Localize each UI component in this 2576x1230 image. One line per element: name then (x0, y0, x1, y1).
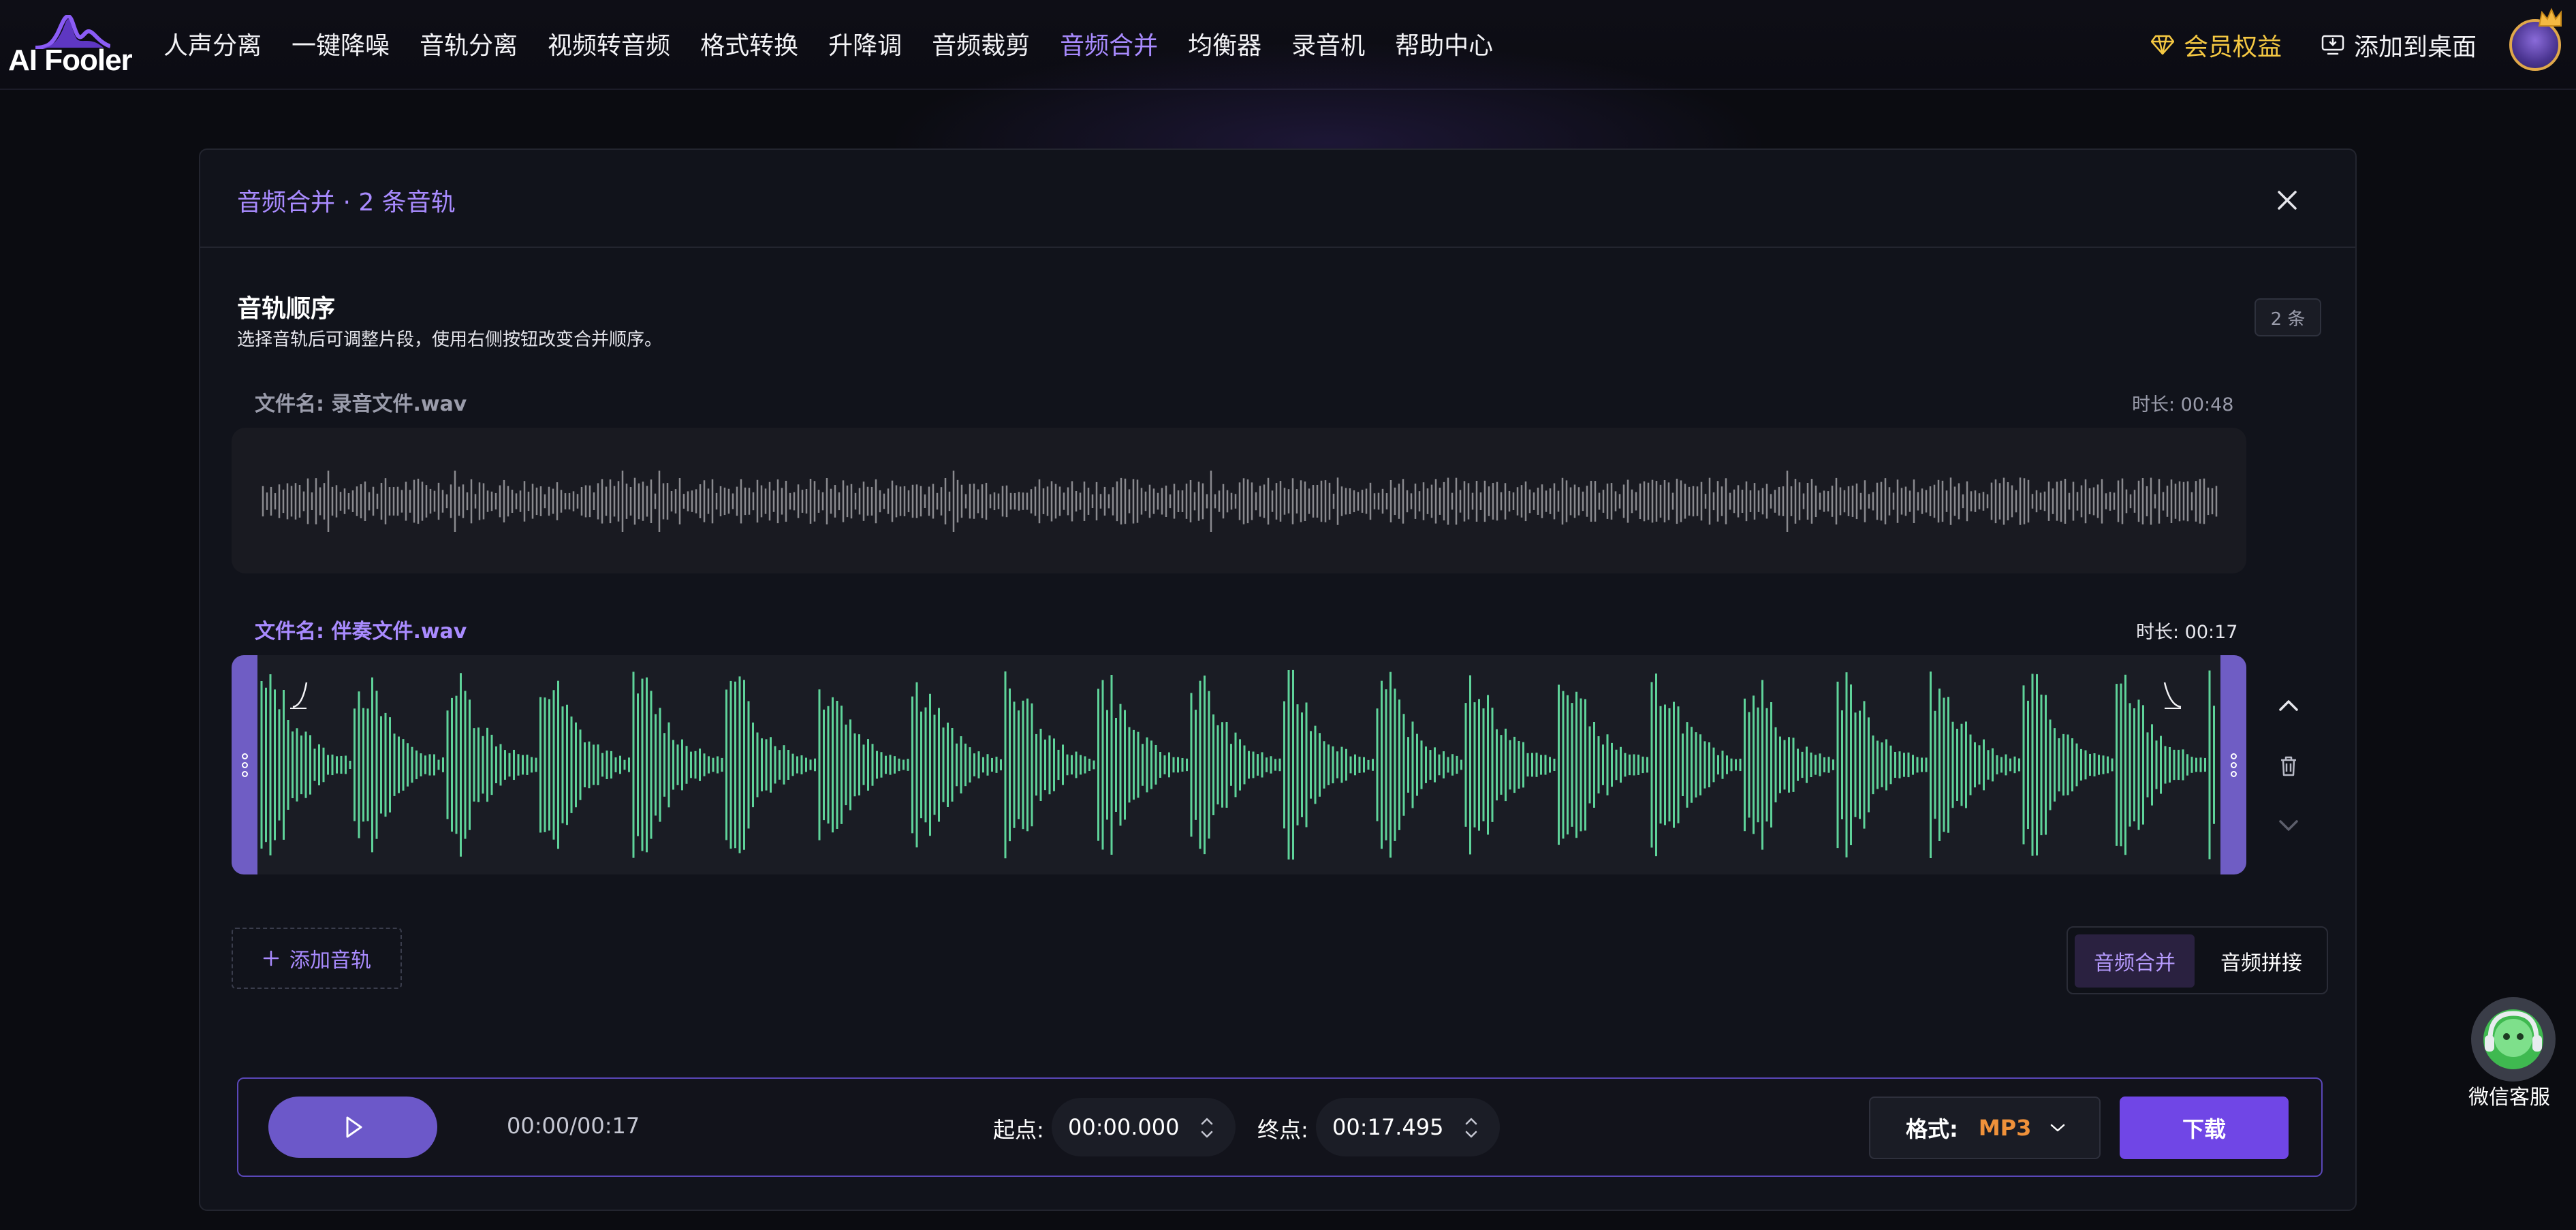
stepper-icon[interactable] (1463, 1116, 1479, 1140)
grip-dot (241, 761, 248, 768)
vip-benefits-link[interactable]: 会员权益 (2151, 27, 2282, 63)
crown-icon (2538, 7, 2562, 27)
move-down-icon[interactable] (2275, 812, 2302, 839)
top-header: AI Fooler 人声分离 一键降噪 音轨分离 视频转音频 格式转换 升降调 … (0, 0, 2576, 245)
format-value: MP3 (1978, 1115, 2032, 1141)
wechat-service-button[interactable] (2471, 997, 2556, 1082)
delete-track-icon[interactable] (2275, 752, 2302, 779)
nav-item-video-to-audio[interactable]: 视频转音频 (548, 26, 670, 61)
mode-merge-button[interactable]: 音频合并 (2075, 934, 2195, 988)
track-2-waveform-svg (260, 669, 2215, 860)
track-1-waveform-svg (262, 471, 2218, 532)
end-label: 终点: (1257, 1117, 1308, 1143)
merge-dialog: 音频合并 · 2 条音轨 音轨顺序 选择音轨后可调整片段，使用右侧按钮改变合并顺… (199, 148, 2357, 1211)
stepper-icon[interactable] (1199, 1116, 1215, 1140)
player-bar: 00:00/00:17 起点: 00:00.000 终点: 00:17.495 … (237, 1077, 2323, 1177)
add-track-button[interactable]: 添加音轨 (232, 928, 402, 989)
chevron-down-icon (2051, 1124, 2065, 1132)
track-2-duration: 时长: 00:17 (2136, 622, 2238, 643)
start-time-input[interactable]: 00:00.000 (1052, 1098, 1236, 1156)
end-time-value: 00:17.495 (1332, 1114, 1444, 1140)
track-2-waveform[interactable] (232, 655, 2246, 874)
main-nav: 人声分离 一键降噪 音轨分离 视频转音频 格式转换 升降调 音频裁剪 音频合并 … (163, 26, 1523, 61)
track-2-filename: 文件名: 伴奏文件.wav (255, 620, 467, 644)
grip-dot (2230, 761, 2237, 768)
track-1-waveform[interactable] (232, 428, 2246, 573)
dialog-title: 音频合并 · 2 条音轨 (237, 189, 456, 217)
merge-mode-toggle: 音频合并 音频拼接 (2067, 926, 2328, 994)
add-track-label: 添加音轨 (289, 949, 371, 973)
format-label: 格式: (1906, 1116, 1958, 1142)
diamond-icon (2151, 35, 2174, 55)
track-1-filename: 文件名: 录音文件.wav (255, 392, 467, 416)
nav-item-vocal-separation[interactable]: 人声分离 (163, 26, 262, 61)
brand-name: AI Fooler (8, 44, 133, 77)
add-to-desktop-link[interactable]: 添加到桌面 (2321, 27, 2477, 63)
grip-dot (2230, 770, 2237, 777)
nav-item-audio-cut[interactable]: 音频裁剪 (932, 26, 1030, 61)
playback-time: 00:00/00:17 (507, 1113, 640, 1139)
nav-item-audio-merge[interactable]: 音频合并 (1060, 26, 1158, 61)
mode-concat-button[interactable]: 音频拼接 (2201, 934, 2321, 988)
nav-item-equalizer[interactable]: 均衡器 (1188, 26, 1261, 61)
nav-item-track-separation[interactable]: 音轨分离 (420, 26, 518, 61)
desktop-label: 添加到桌面 (2354, 33, 2477, 61)
nav-item-help-center[interactable]: 帮助中心 (1395, 26, 1493, 61)
brand-logo[interactable]: AI Fooler (8, 15, 133, 78)
track-order-title: 音轨顺序 (237, 295, 336, 323)
nav-item-format-convert[interactable]: 格式转换 (700, 26, 798, 61)
headset-robot-icon (2483, 1009, 2543, 1069)
close-icon[interactable] (2275, 188, 2299, 212)
start-time-value: 00:00.000 (1068, 1114, 1180, 1140)
desktop-download-icon (2321, 35, 2344, 55)
start-label: 起点: (993, 1117, 1044, 1143)
vip-label: 会员权益 (2184, 33, 2282, 61)
nav-item-recorder[interactable]: 录音机 (1291, 26, 1365, 61)
plus-icon (263, 950, 279, 966)
play-icon (346, 1116, 362, 1138)
grip-dot (2230, 753, 2237, 759)
grip-dot (241, 753, 248, 759)
track-order-hint: 选择音轨后可调整片段，使用右侧按钮改变合并顺序。 (237, 330, 663, 350)
wechat-service-label: 微信客服 (2468, 1086, 2550, 1109)
track-count-badge: 2 条 (2255, 298, 2321, 336)
track-1-duration: 时长: 00:48 (2132, 394, 2234, 415)
move-up-icon[interactable] (2275, 692, 2302, 719)
nav-item-denoise[interactable]: 一键降噪 (292, 26, 390, 61)
play-button[interactable] (268, 1097, 437, 1158)
dialog-header: 音频合并 · 2 条音轨 (200, 150, 2355, 248)
trim-handle-left[interactable] (232, 655, 257, 874)
format-select[interactable]: 格式: MP3 (1869, 1097, 2101, 1159)
trim-handle-right[interactable] (2220, 655, 2246, 874)
grip-dot (241, 770, 248, 777)
download-button[interactable]: 下载 (2120, 1097, 2289, 1159)
end-time-input[interactable]: 00:17.495 (1316, 1098, 1500, 1156)
nav-item-pitch-shift[interactable]: 升降调 (828, 26, 902, 61)
